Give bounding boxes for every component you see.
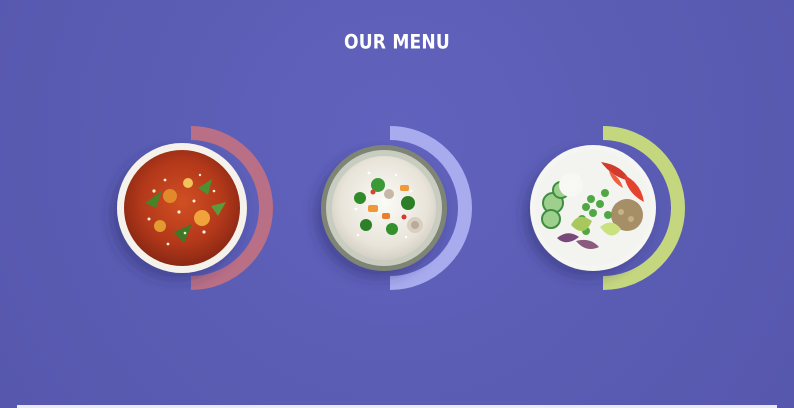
soup-bowl-icon	[117, 126, 273, 290]
salad-bowl-icon	[530, 126, 685, 290]
menu-section: OUR MENU	[0, 0, 794, 408]
section-title: OUR MENU	[344, 30, 450, 54]
menu-item-salad[interactable]	[526, 126, 685, 290]
rice-bowl-icon	[321, 126, 472, 290]
menu-item-rice[interactable]	[320, 126, 472, 290]
menu-item-soup[interactable]	[110, 126, 273, 290]
